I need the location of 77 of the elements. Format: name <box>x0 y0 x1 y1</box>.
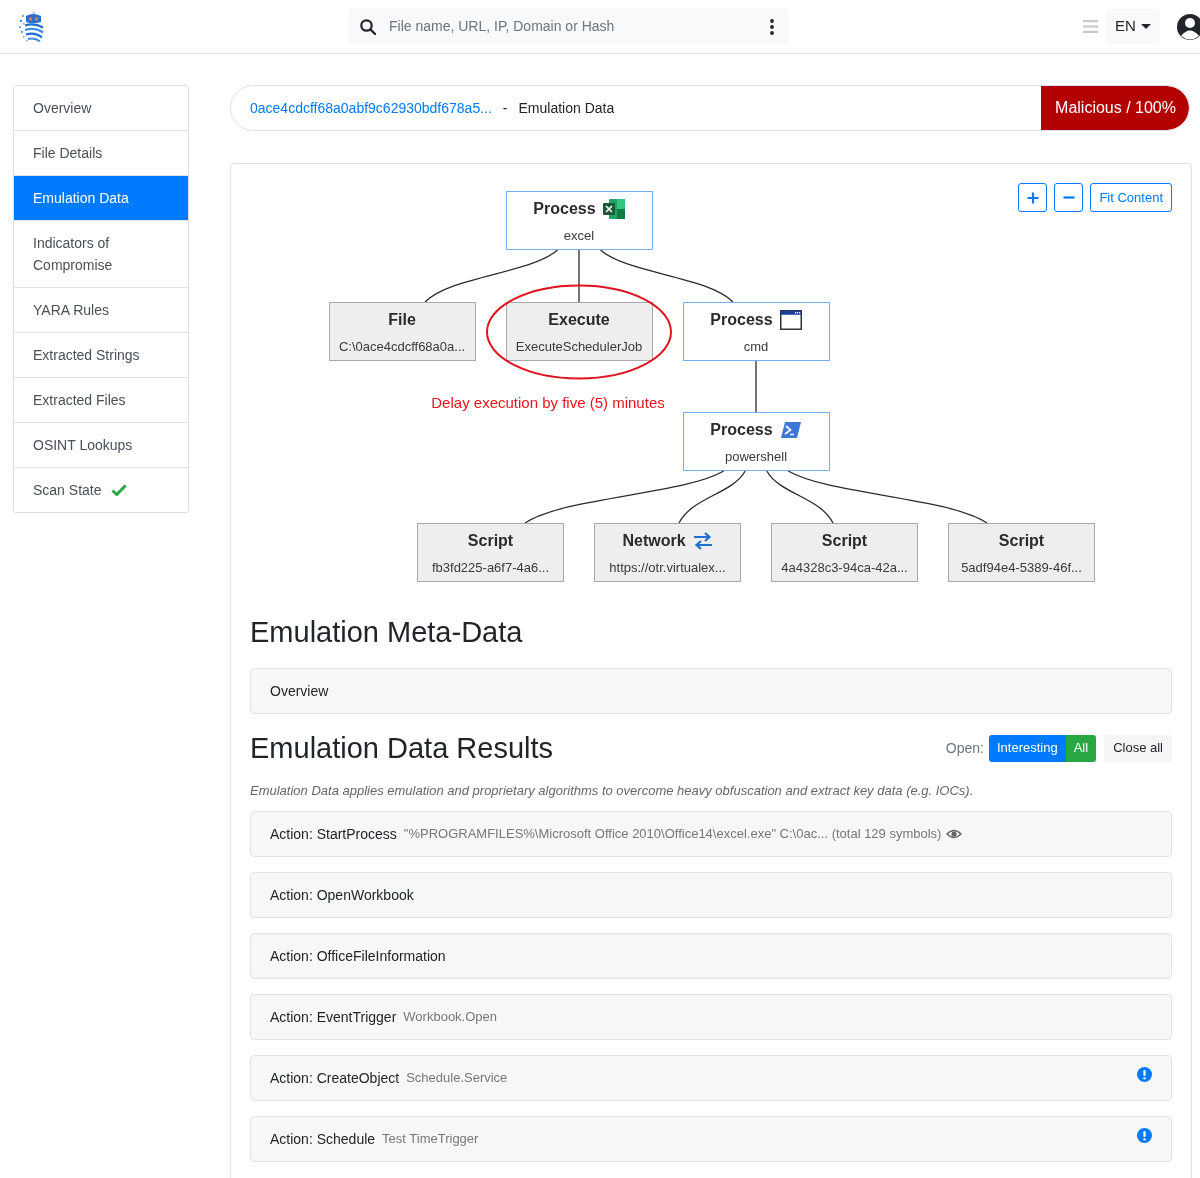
action-detail: Test TimeTrigger <box>382 1130 479 1149</box>
node-label: C:\0ace4cdcff68a0a... <box>338 338 466 356</box>
connector-line <box>578 249 580 303</box>
action-name: Action: OfficeFileInformation <box>270 946 446 966</box>
graph-node[interactable]: Execute ExecuteSchedulerJob <box>505 302 653 361</box>
node-label: 4a4328c3-94ca-42a... <box>781 559 908 577</box>
terminal-icon <box>779 421 802 439</box>
caret-icon <box>1140 24 1151 29</box>
transfer-arrows-icon <box>692 532 713 550</box>
node-label: cmd <box>743 338 769 356</box>
section-description: Emulation Data applies emulation and proprietary algorithms to overcome heavy obfuscation and extract key data (e.g. IOCs). <box>250 782 975 800</box>
graph-node[interactable]: Process excel <box>505 191 653 250</box>
node-title: Network <box>622 531 686 551</box>
action-name: Action: OpenWorkbook <box>270 885 414 905</box>
action-detail: Workbook.Open <box>403 1008 498 1027</box>
sidebar-item[interactable]: Overview <box>14 86 188 131</box>
more-options-icon[interactable] <box>770 18 774 35</box>
action-name: Action: StartProcess <box>270 824 397 844</box>
filter-label: Open: <box>945 738 984 758</box>
graph-node[interactable]: Process powershell <box>682 412 830 471</box>
zoom-out-button[interactable] <box>1054 183 1084 212</box>
close-all-button[interactable]: Close all <box>1104 734 1172 762</box>
result-row[interactable]: Action: StartProcess "%PROGRAMFILES%\Microsoft Office 2010\Office14\excel.exe" C:\0ac... (total 129 symbols) <box>250 811 1172 857</box>
filter-button[interactable]: Interesting <box>989 734 1066 762</box>
action-name: Action: EventTrigger <box>270 1007 397 1027</box>
graph-node[interactable]: Network https://otr.virtualex... <box>594 523 741 582</box>
accordion-header[interactable]: Overview <box>250 668 1172 714</box>
annotation-text: Delay execution by five (5) minutes <box>431 394 665 412</box>
eye-icon[interactable] <box>946 828 963 840</box>
graph-node[interactable]: Script fb3fd225-a6f7-4a6... <box>417 523 564 582</box>
node-label: https://otr.virtualex... <box>609 559 726 577</box>
node-title: Script <box>998 531 1045 551</box>
window-icon <box>779 310 802 330</box>
node-label: 5adf94e4-5389-46f... <box>961 559 1082 577</box>
result-row[interactable]: Action: OpenWorkbook <box>250 872 1172 918</box>
graph-node[interactable]: Script 4a4328c3-94ca-42a... <box>771 523 918 582</box>
connector-line <box>755 360 757 413</box>
node-label: fb3fd225-a6f7-4a6... <box>431 559 550 577</box>
user-avatar-icon[interactable] <box>1176 11 1200 42</box>
node-title: Execute <box>548 310 610 330</box>
breadcrumb-separator: - <box>502 98 508 118</box>
spreadsheet-icon <box>602 199 625 219</box>
search-field[interactable]: File name, URL, IP, Domain or Hash <box>349 8 789 45</box>
verdict-badge: Malicious / 100% <box>1041 86 1189 130</box>
logo-icon[interactable] <box>18 10 45 43</box>
node-label: powershell <box>724 448 788 466</box>
result-row[interactable]: Action: CreateObject Schedule.Service <box>250 1055 1172 1101</box>
graph-node[interactable]: File C:\0ace4cdcff68a0a... <box>328 302 476 361</box>
node-label: ExecuteSchedulerJob <box>515 338 643 356</box>
graph-node[interactable]: Script 5adf94e4-5389-46f... <box>948 523 1095 582</box>
node-title: Script <box>467 531 514 551</box>
plus-icon <box>1026 191 1039 204</box>
action-name: Action: Schedule <box>270 1129 376 1149</box>
fit-content-button[interactable]: Fit Content <box>1090 183 1172 212</box>
result-row[interactable]: Action: OfficeFileInformation <box>250 933 1172 979</box>
file-hash-link[interactable]: 0ace4cdcff68a0abf9c62930bdf678a5... <box>250 97 492 119</box>
node-title: Process <box>710 420 773 440</box>
zoom-in-button[interactable] <box>1018 183 1048 212</box>
language-button[interactable]: EN <box>1106 9 1160 44</box>
node-title: Script <box>821 531 868 551</box>
search-input[interactable]: File name, URL, IP, Domain or Hash <box>389 16 770 37</box>
action-detail: Schedule.Service <box>406 1069 508 1088</box>
sidebar-item[interactable]: Emulation Data <box>14 176 188 221</box>
node-label: excel <box>563 227 595 245</box>
action-name: Action: CreateObject <box>270 1068 400 1088</box>
action-detail: "%PROGRAMFILES%\Microsoft Office 2010\Office14\excel.exe" C:\0ac... (total 129 symbols) <box>403 825 942 844</box>
section-heading: Emulation Data Results <box>250 731 554 765</box>
graph-node[interactable]: Process cmd <box>682 302 830 361</box>
minus-icon <box>1062 196 1075 199</box>
breadcrumb-current: Emulation Data <box>518 98 615 118</box>
node-title: Process <box>710 310 773 330</box>
search-icon <box>360 18 376 35</box>
result-row[interactable]: Action: Schedule Test TimeTrigger <box>250 1116 1172 1162</box>
node-title: Process <box>533 199 596 219</box>
section-heading: Emulation Meta-Data <box>250 615 524 649</box>
node-title: File <box>388 310 416 330</box>
result-row[interactable]: Action: EventTrigger Workbook.Open <box>250 994 1172 1040</box>
